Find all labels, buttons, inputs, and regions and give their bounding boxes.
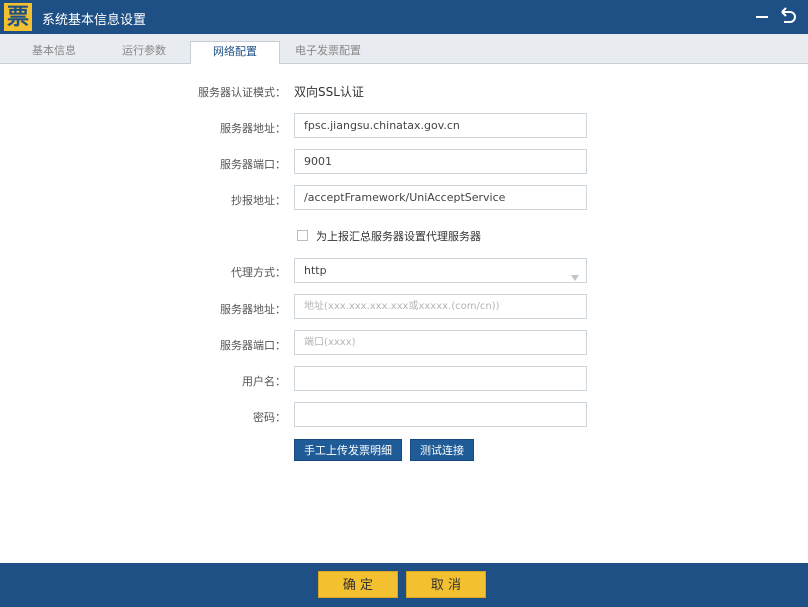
chevron-down-icon — [570, 267, 580, 281]
test-connection-button[interactable]: 测试连接 — [410, 439, 474, 461]
password-field[interactable] — [294, 402, 587, 427]
settings-content: 服务器认证模式： 双向SSL认证 服务器地址： fpsc.jiangsu.chi… — [0, 64, 808, 563]
proxy-server-address-label: 服务器地址： — [220, 303, 286, 316]
app-logo-icon: 票 — [4, 3, 32, 31]
proxy-checkbox-label[interactable]: 为上报汇总服务器设置代理服务器 — [316, 228, 481, 244]
settings-tab-bar: 基本信息 运行参数 网络配置 电子发票配置 — [0, 34, 808, 65]
minimize-icon[interactable] — [752, 6, 774, 28]
proxy-mode-value: http — [304, 264, 327, 277]
proxy-server-port-label: 服务器端口： — [220, 339, 286, 352]
back-arrow-icon[interactable] — [776, 6, 798, 28]
server-address-field[interactable]: fpsc.jiangsu.chinatax.gov.cn — [294, 113, 587, 138]
tab-runtime-params[interactable]: 运行参数 — [100, 42, 188, 64]
proxy-mode-label: 代理方式： — [231, 266, 286, 279]
proxy-mode-select[interactable]: http — [294, 258, 587, 283]
auth-mode-value: 双向SSL认证 — [294, 85, 364, 99]
confirm-button[interactable]: 确 定 — [318, 571, 398, 598]
username-label: 用户名： — [242, 375, 286, 388]
tab-e-invoice-config[interactable]: 电子发票配置 — [282, 42, 374, 64]
window-title-bar: 票 系统基本信息设置 — [0, 0, 808, 34]
server-port-field[interactable]: 9001 — [294, 149, 587, 174]
auth-mode-label: 服务器认证模式： — [198, 86, 286, 99]
cancel-button[interactable]: 取 消 — [406, 571, 486, 598]
proxy-server-address-field[interactable]: 地址(xxx.xxx.xxx.xxx或xxxxx.(com/cn)) — [294, 294, 587, 319]
window-title: 系统基本信息设置 — [42, 13, 147, 28]
dialog-footer: 确 定 取 消 — [0, 563, 808, 607]
report-address-field[interactable]: /acceptFramework/UniAcceptService — [294, 185, 587, 210]
server-address-label: 服务器地址： — [220, 122, 286, 135]
proxy-checkbox[interactable] — [297, 230, 308, 241]
tab-network-config[interactable]: 网络配置 — [190, 41, 280, 65]
upload-invoice-detail-button[interactable]: 手工上传发票明细 — [294, 439, 402, 461]
proxy-server-port-field[interactable]: 端口(xxxx) — [294, 330, 587, 355]
password-label: 密码： — [253, 411, 286, 424]
server-port-label: 服务器端口： — [220, 158, 286, 171]
tab-basic-info[interactable]: 基本信息 — [8, 42, 100, 64]
report-address-label: 抄报地址： — [231, 194, 286, 207]
username-field[interactable] — [294, 366, 587, 391]
